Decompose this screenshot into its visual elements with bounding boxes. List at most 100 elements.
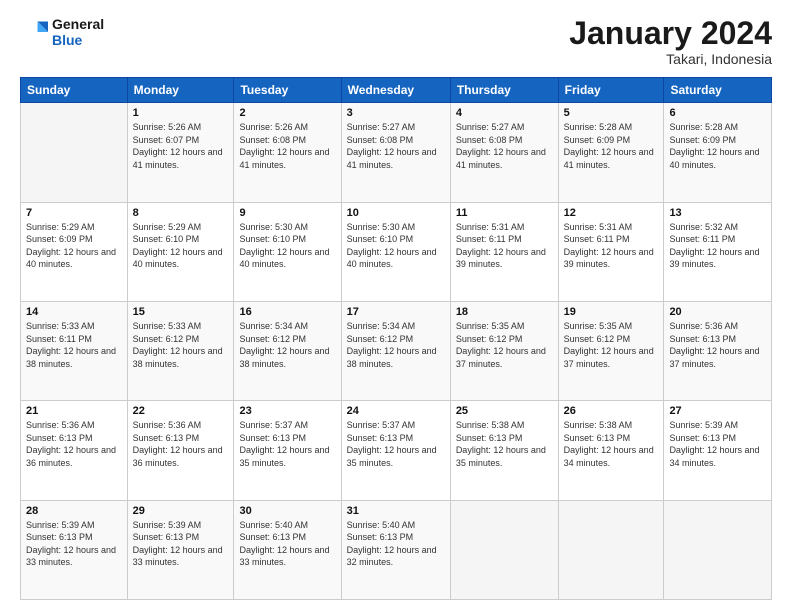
- cell-3-2: 15 Sunrise: 5:33 AMSunset: 6:12 PMDayligh…: [127, 301, 234, 400]
- day-info: Sunrise: 5:31 AMSunset: 6:11 PMDaylight:…: [564, 221, 659, 271]
- cell-5-6: [558, 500, 664, 599]
- week-row-2: 7Sunrise: 5:29 AMSunset: 6:09 PMDaylight…: [21, 202, 772, 301]
- cell-4-2: 22 Sunrise: 5:36 AMSunset: 6:13 PMDayligh…: [127, 401, 234, 500]
- page: General Blue January 2024 Takari, Indone…: [0, 0, 792, 612]
- day-number: 31: [347, 505, 445, 517]
- cell-2-6: 12 Sunrise: 5:31 AMSunset: 6:11 PMDayligh…: [558, 202, 664, 301]
- day-info: Sunrise: 5:35 AMSunset: 6:12 PMDaylight:…: [564, 320, 659, 370]
- day-info: Sunrise: 5:38 AMSunset: 6:13 PMDaylight:…: [456, 419, 553, 469]
- day-info: Sunrise: 5:27 AMSunset: 6:08 PMDaylight:…: [347, 121, 445, 171]
- day-number: 22: [133, 405, 229, 417]
- cell-5-2: 29 Sunrise: 5:39 AMSunset: 6:13 PMDayligh…: [127, 500, 234, 599]
- day-number: 15: [133, 306, 229, 318]
- header-saturday: Saturday: [664, 78, 772, 103]
- day-info: Sunrise: 5:28 AMSunset: 6:09 PMDaylight:…: [669, 121, 766, 171]
- cell-2-1: 7Sunrise: 5:29 AMSunset: 6:09 PMDaylight…: [21, 202, 128, 301]
- cell-5-5: [450, 500, 558, 599]
- cell-3-1: 14 Sunrise: 5:33 AMSunset: 6:11 PMDayligh…: [21, 301, 128, 400]
- week-row-1: 1 Sunrise: 5:26 AMSunset: 6:07 PMDaylight…: [21, 103, 772, 202]
- week-row-5: 28Sunrise: 5:39 AMSunset: 6:13 PMDayligh…: [21, 500, 772, 599]
- day-info: Sunrise: 5:36 AMSunset: 6:13 PMDaylight:…: [669, 320, 766, 370]
- logo: General Blue: [20, 16, 104, 48]
- month-title: January 2024: [569, 16, 772, 51]
- day-number: 25: [456, 405, 553, 417]
- cell-4-3: 23Sunrise: 5:37 AMSunset: 6:13 PMDayligh…: [234, 401, 341, 500]
- day-info: Sunrise: 5:35 AMSunset: 6:12 PMDaylight:…: [456, 320, 553, 370]
- day-info: Sunrise: 5:31 AMSunset: 6:11 PMDaylight:…: [456, 221, 553, 271]
- day-info: Sunrise: 5:40 AMSunset: 6:13 PMDaylight:…: [347, 519, 445, 569]
- cell-5-3: 30 Sunrise: 5:40 AMSunset: 6:13 PMDayligh…: [234, 500, 341, 599]
- cell-2-4: 10Sunrise: 5:30 AMSunset: 6:10 PMDayligh…: [341, 202, 450, 301]
- header-monday: Monday: [127, 78, 234, 103]
- day-info: Sunrise: 5:26 AMSunset: 6:08 PMDaylight:…: [239, 121, 335, 171]
- day-number: 6: [669, 107, 766, 119]
- day-info: Sunrise: 5:34 AMSunset: 6:12 PMDaylight:…: [347, 320, 445, 370]
- cell-3-3: 16 Sunrise: 5:34 AMSunset: 6:12 PMDayligh…: [234, 301, 341, 400]
- header-sunday: Sunday: [21, 78, 128, 103]
- day-number: 30: [239, 505, 335, 517]
- day-number: 18: [456, 306, 553, 318]
- day-info: Sunrise: 5:37 AMSunset: 6:13 PMDaylight:…: [239, 419, 335, 469]
- cell-2-2: 8Sunrise: 5:29 AMSunset: 6:10 PMDaylight…: [127, 202, 234, 301]
- cell-1-1: [21, 103, 128, 202]
- day-info: Sunrise: 5:38 AMSunset: 6:13 PMDaylight:…: [564, 419, 659, 469]
- day-number: 17: [347, 306, 445, 318]
- calendar-body: 1 Sunrise: 5:26 AMSunset: 6:07 PMDaylight…: [21, 103, 772, 600]
- cell-4-6: 26 Sunrise: 5:38 AMSunset: 6:13 PMDayligh…: [558, 401, 664, 500]
- header-friday: Friday: [558, 78, 664, 103]
- day-info: Sunrise: 5:26 AMSunset: 6:07 PMDaylight:…: [133, 121, 229, 171]
- day-number: 24: [347, 405, 445, 417]
- day-number: 29: [133, 505, 229, 517]
- day-info: Sunrise: 5:33 AMSunset: 6:11 PMDaylight:…: [26, 320, 122, 370]
- day-number: 21: [26, 405, 122, 417]
- cell-4-5: 25 Sunrise: 5:38 AMSunset: 6:13 PMDayligh…: [450, 401, 558, 500]
- cell-4-7: 27 Sunrise: 5:39 AMSunset: 6:13 PMDayligh…: [664, 401, 772, 500]
- day-number: 26: [564, 405, 659, 417]
- week-row-4: 21 Sunrise: 5:36 AMSunset: 6:13 PMDayligh…: [21, 401, 772, 500]
- day-number: 12: [564, 207, 659, 219]
- cell-3-5: 18 Sunrise: 5:35 AMSunset: 6:12 PMDayligh…: [450, 301, 558, 400]
- day-info: Sunrise: 5:37 AMSunset: 6:13 PMDaylight:…: [347, 419, 445, 469]
- day-info: Sunrise: 5:39 AMSunset: 6:13 PMDaylight:…: [26, 519, 122, 569]
- cell-3-4: 17 Sunrise: 5:34 AMSunset: 6:12 PMDayligh…: [341, 301, 450, 400]
- day-info: Sunrise: 5:28 AMSunset: 6:09 PMDaylight:…: [564, 121, 659, 171]
- day-info: Sunrise: 5:34 AMSunset: 6:12 PMDaylight:…: [239, 320, 335, 370]
- day-info: Sunrise: 5:36 AMSunset: 6:13 PMDaylight:…: [26, 419, 122, 469]
- day-info: Sunrise: 5:39 AMSunset: 6:13 PMDaylight:…: [133, 519, 229, 569]
- cell-1-6: 5 Sunrise: 5:28 AMSunset: 6:09 PMDaylight…: [558, 103, 664, 202]
- day-number: 14: [26, 306, 122, 318]
- cell-5-7: [664, 500, 772, 599]
- cell-3-6: 19Sunrise: 5:35 AMSunset: 6:12 PMDayligh…: [558, 301, 664, 400]
- cell-5-4: 31 Sunrise: 5:40 AMSunset: 6:13 PMDayligh…: [341, 500, 450, 599]
- day-number: 9: [239, 207, 335, 219]
- day-number: 5: [564, 107, 659, 119]
- day-info: Sunrise: 5:36 AMSunset: 6:13 PMDaylight:…: [133, 419, 229, 469]
- day-info: Sunrise: 5:33 AMSunset: 6:12 PMDaylight:…: [133, 320, 229, 370]
- day-number: 4: [456, 107, 553, 119]
- header-thursday: Thursday: [450, 78, 558, 103]
- day-number: 8: [133, 207, 229, 219]
- day-number: 7: [26, 207, 122, 219]
- cell-1-5: 4 Sunrise: 5:27 AMSunset: 6:08 PMDaylight…: [450, 103, 558, 202]
- day-number: 1: [133, 107, 229, 119]
- day-number: 13: [669, 207, 766, 219]
- day-number: 20: [669, 306, 766, 318]
- day-info: Sunrise: 5:40 AMSunset: 6:13 PMDaylight:…: [239, 519, 335, 569]
- cell-2-3: 9Sunrise: 5:30 AMSunset: 6:10 PMDaylight…: [234, 202, 341, 301]
- day-number: 16: [239, 306, 335, 318]
- header: General Blue January 2024 Takari, Indone…: [20, 16, 772, 67]
- cell-4-1: 21 Sunrise: 5:36 AMSunset: 6:13 PMDayligh…: [21, 401, 128, 500]
- cell-3-7: 20 Sunrise: 5:36 AMSunset: 6:13 PMDayligh…: [664, 301, 772, 400]
- cell-2-5: 11Sunrise: 5:31 AMSunset: 6:11 PMDayligh…: [450, 202, 558, 301]
- day-number: 27: [669, 405, 766, 417]
- day-info: Sunrise: 5:27 AMSunset: 6:08 PMDaylight:…: [456, 121, 553, 171]
- header-tuesday: Tuesday: [234, 78, 341, 103]
- cell-1-2: 1 Sunrise: 5:26 AMSunset: 6:07 PMDaylight…: [127, 103, 234, 202]
- day-number: 10: [347, 207, 445, 219]
- title-area: January 2024 Takari, Indonesia: [569, 16, 772, 67]
- day-info: Sunrise: 5:39 AMSunset: 6:13 PMDaylight:…: [669, 419, 766, 469]
- cell-1-7: 6 Sunrise: 5:28 AMSunset: 6:09 PMDaylight…: [664, 103, 772, 202]
- cell-4-4: 24 Sunrise: 5:37 AMSunset: 6:13 PMDayligh…: [341, 401, 450, 500]
- day-number: 3: [347, 107, 445, 119]
- location: Takari, Indonesia: [569, 51, 772, 67]
